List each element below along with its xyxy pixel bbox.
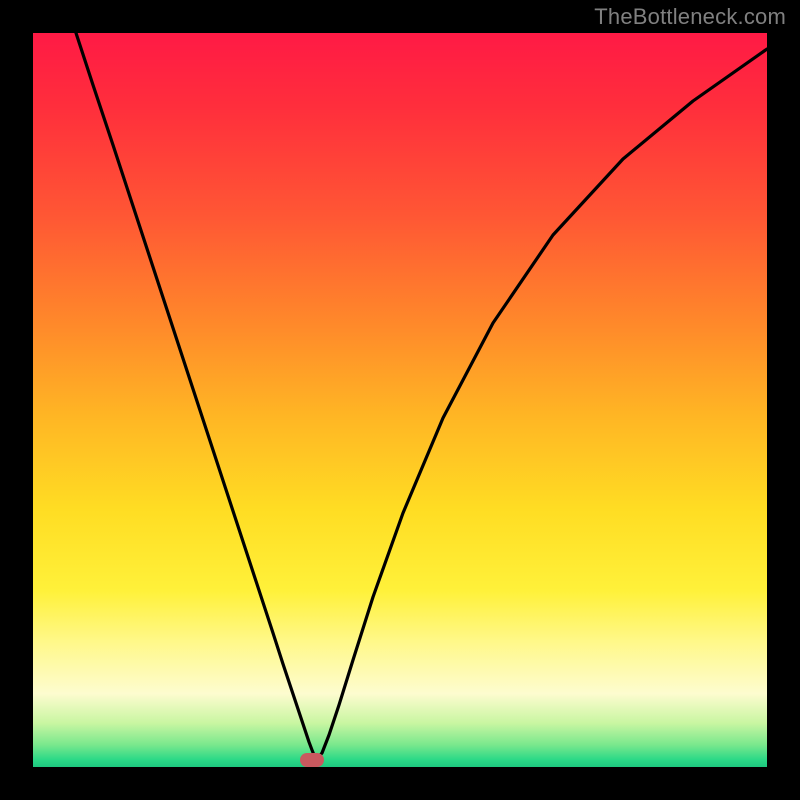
plot-area xyxy=(33,33,767,767)
curve-minimum-marker xyxy=(300,753,324,767)
chart-frame: TheBottleneck.com xyxy=(0,0,800,800)
watermark-text: TheBottleneck.com xyxy=(594,4,786,30)
bottleneck-curve xyxy=(33,33,767,767)
